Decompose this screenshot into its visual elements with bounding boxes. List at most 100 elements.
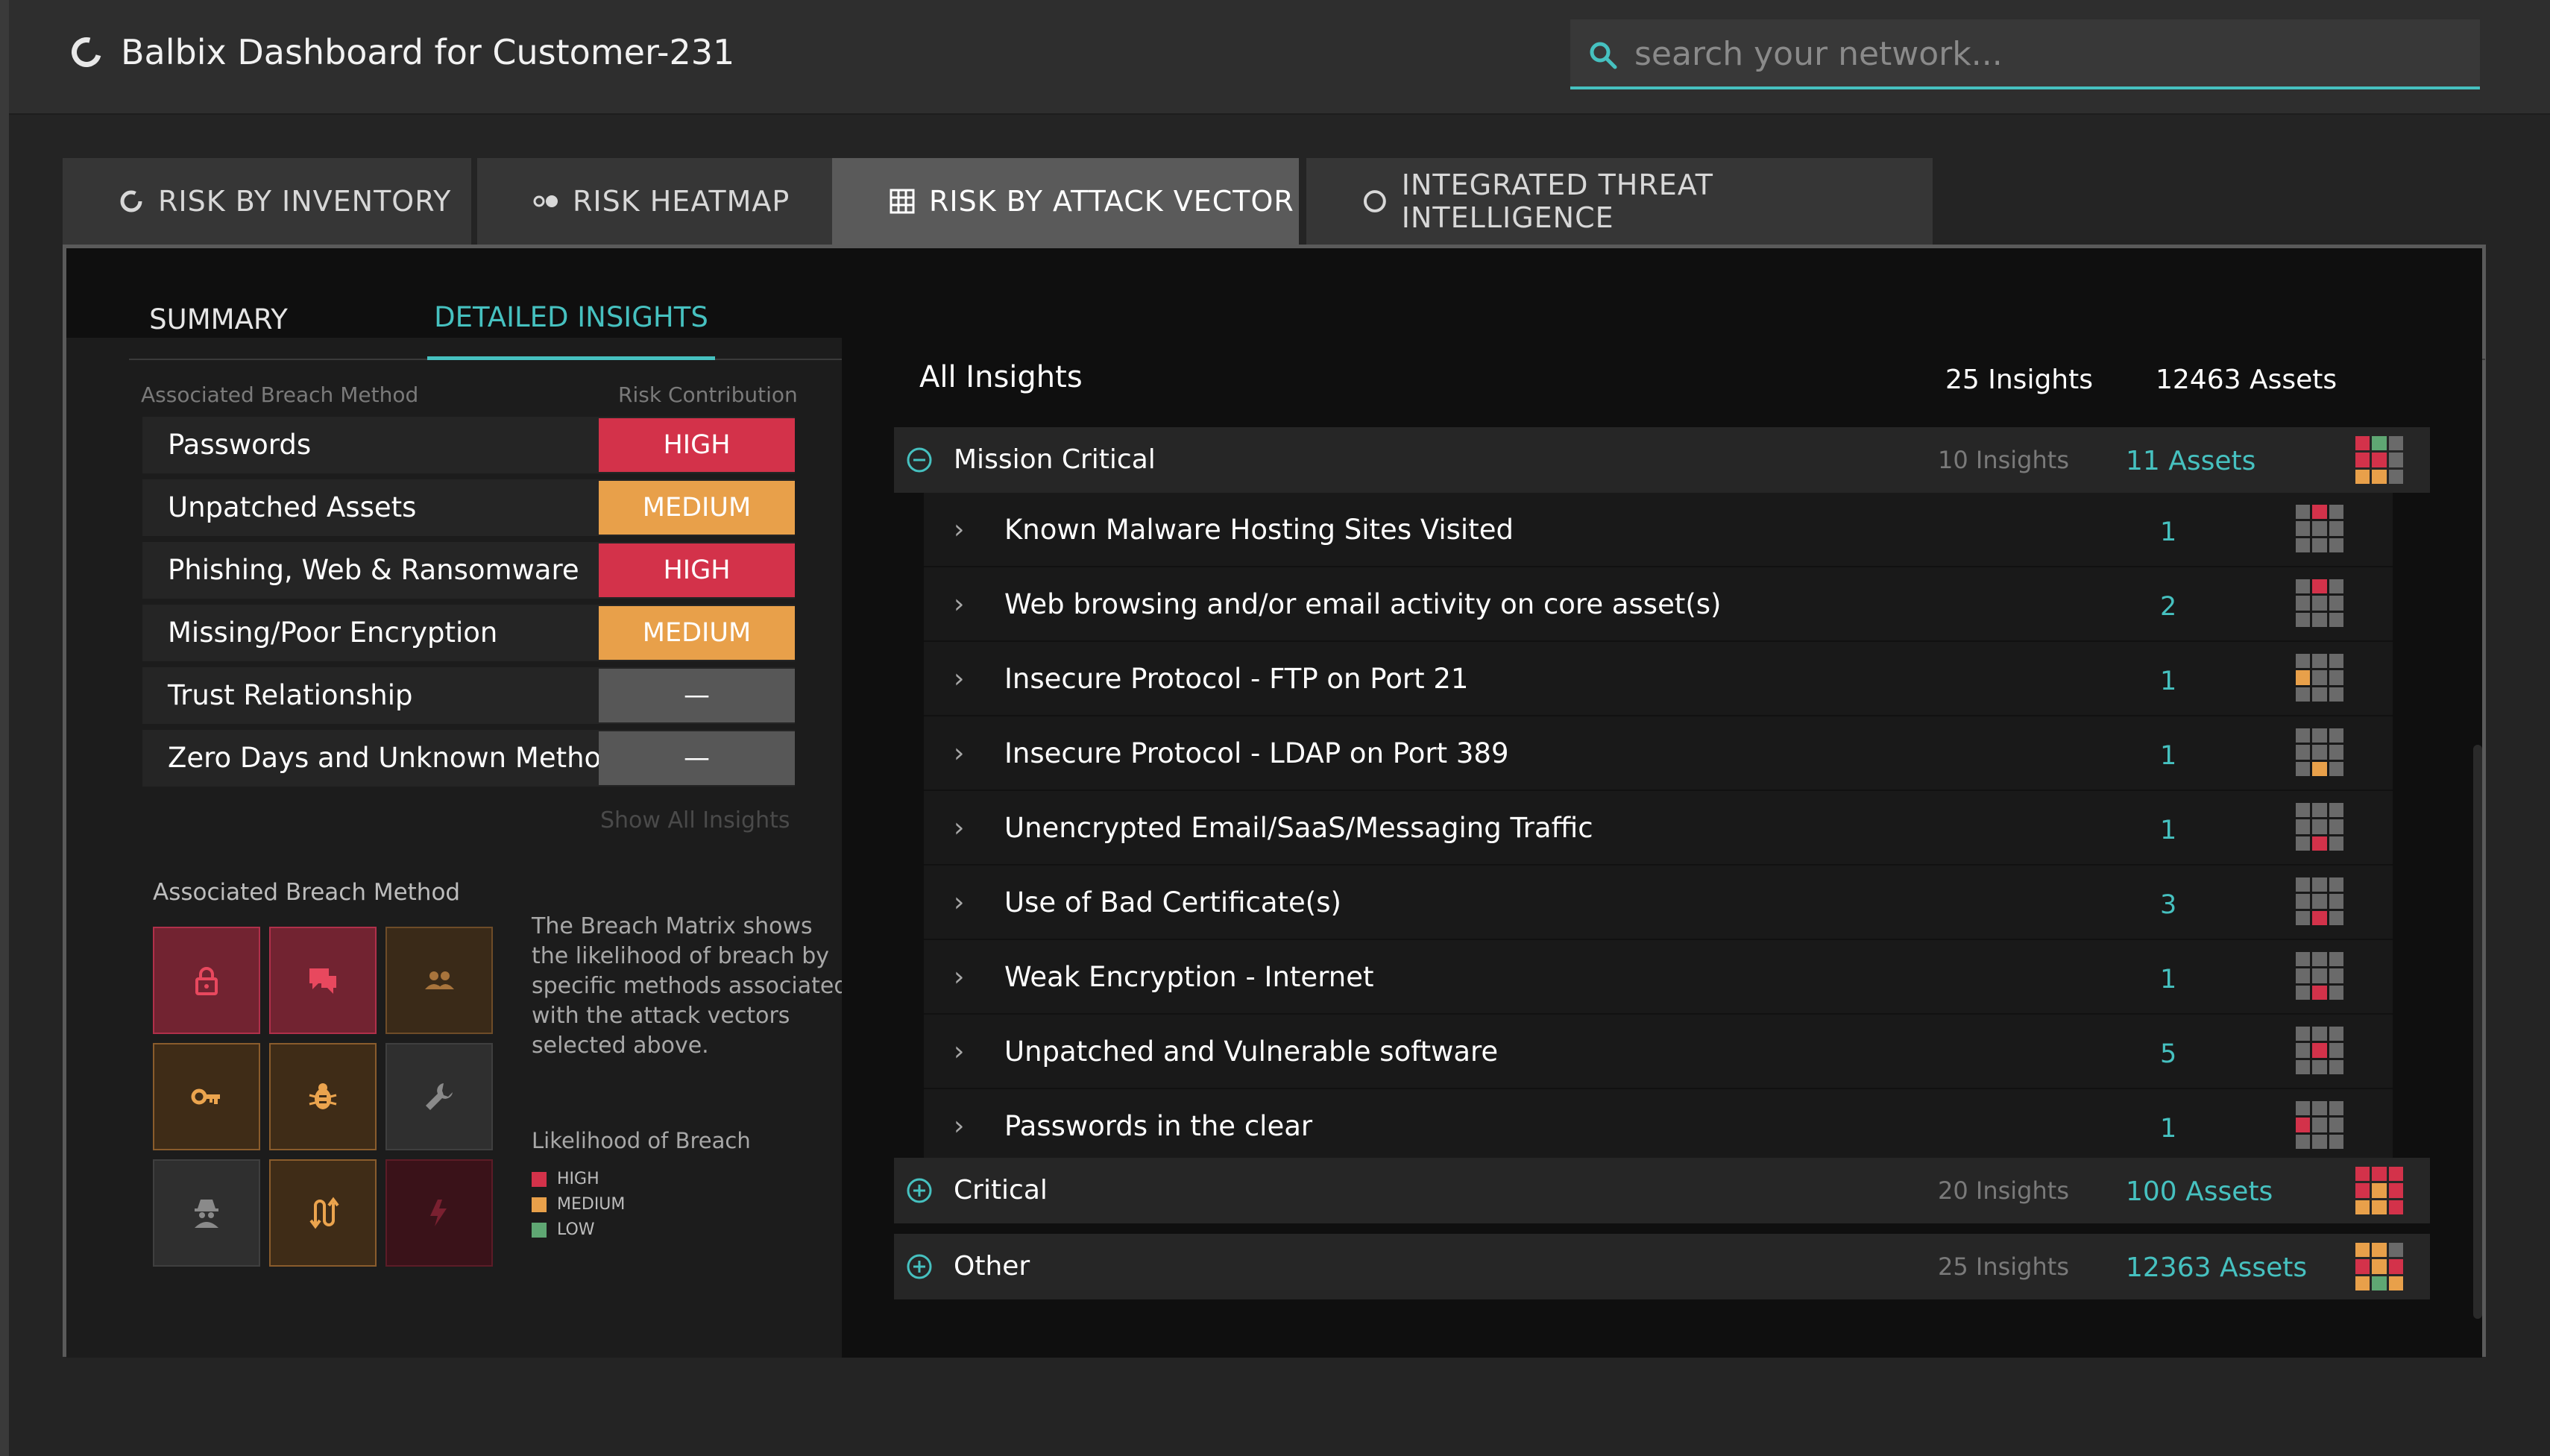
spy-icon (195, 1200, 218, 1228)
tab-integrated-threat-intelligence[interactable]: INTEGRATED THREAT INTELLIGENCE (1306, 158, 1933, 245)
insight-row[interactable]: › Known Malware Hosting Sites Visited 1 (924, 493, 2393, 567)
insight-heat-grid (2296, 1101, 2343, 1149)
insight-row[interactable]: › Web browsing and/or email activity on … (924, 567, 2393, 642)
search-icon (1590, 42, 1617, 69)
matrix-cell-lock[interactable] (153, 927, 260, 1034)
group-critical[interactable]: Critical 20 Insights 100 Assets (894, 1158, 2430, 1223)
tab-risk-by-attack-vector[interactable]: RISK BY ATTACK VECTOR (832, 158, 1299, 245)
group-other[interactable]: Other 25 Insights 12363 Assets (894, 1234, 2430, 1299)
insight-row[interactable]: › Use of Bad Certificate(s) 3 (924, 866, 2393, 940)
chevron-right-icon[interactable]: › (954, 791, 964, 866)
matrix-cell-chat[interactable] (269, 927, 377, 1034)
insights-title: All Insights (919, 360, 1083, 394)
arrows-icon (309, 1197, 339, 1229)
chevron-right-icon[interactable]: › (954, 716, 964, 791)
bolt-icon (430, 1200, 447, 1226)
insights-scrollbar[interactable] (2473, 745, 2482, 1319)
chevron-right-icon[interactable]: › (954, 866, 964, 940)
insight-name: Web browsing and/or email activity on co… (1004, 588, 1722, 620)
breach-row-unpatched-assets[interactable]: Unpatched Assets MEDIUM (142, 479, 795, 536)
tab-risk-heatmap[interactable]: RISK HEATMAP (477, 158, 886, 245)
chevron-right-icon[interactable]: › (954, 1089, 964, 1164)
insight-asset-count[interactable]: 2 (2160, 567, 2176, 642)
insight-row[interactable]: › Unencrypted Email/SaaS/Messaging Traff… (924, 791, 2393, 866)
subtab-detailed-insights[interactable]: DETAILED INSIGHTS (427, 278, 715, 360)
breach-row-trust-relationship[interactable]: Trust Relationship — (142, 667, 795, 724)
total-insights: 25 Insights (1945, 365, 2093, 395)
insight-name: Unencrypted Email/SaaS/Messaging Traffic (1004, 812, 1593, 844)
matrix-title: Associated Breach Method (153, 879, 461, 906)
group-name: Mission Critical (954, 444, 1156, 475)
dots-icon (533, 195, 558, 207)
expand-icon[interactable] (906, 1253, 933, 1280)
breach-row-label: Trust Relationship (168, 679, 413, 711)
balbix-logo-icon (66, 31, 107, 73)
matrix-cell-people[interactable] (385, 927, 493, 1034)
insight-asset-count[interactable]: 1 (2160, 791, 2176, 866)
group-heat-grid (2355, 1167, 2403, 1214)
circle-icon (1363, 190, 1386, 212)
risk-badge: HIGH (599, 418, 795, 472)
legend-swatch (532, 1222, 547, 1238)
insight-asset-count[interactable]: 1 (2160, 940, 2176, 1015)
matrix-cell-key[interactable] (153, 1043, 260, 1150)
expand-icon[interactable] (906, 1177, 933, 1204)
legend-label: MEDIUM (557, 1195, 626, 1214)
breach-row-passwords[interactable]: Passwords HIGH (142, 417, 795, 473)
insight-heat-grid (2296, 654, 2343, 702)
matrix-cell-spy[interactable] (153, 1159, 260, 1267)
breach-row-label: Passwords (168, 429, 312, 461)
risk-badge: MEDIUM (599, 481, 795, 535)
chevron-right-icon[interactable]: › (954, 1015, 964, 1089)
search-box[interactable] (1570, 19, 2480, 89)
subtab-summary[interactable]: SUMMARY (129, 278, 308, 360)
insight-row[interactable]: › Insecure Protocol - LDAP on Port 389 1 (924, 716, 2393, 791)
tab-label: INTEGRATED THREAT INTELLIGENCE (1401, 168, 1714, 234)
breach-row-encryption[interactable]: Missing/Poor Encryption MEDIUM (142, 605, 795, 661)
breach-method-column: Associated Breach Method Risk Contributi… (66, 338, 848, 1358)
insight-asset-count[interactable]: 1 (2160, 642, 2176, 716)
group-assets-link[interactable]: 12363 Assets (2126, 1234, 2307, 1299)
group-assets-link[interactable]: 11 Assets (2126, 427, 2255, 493)
legend-label: LOW (557, 1220, 595, 1239)
key-icon (191, 1088, 220, 1105)
insight-asset-count[interactable]: 1 (2160, 716, 2176, 791)
insight-row[interactable]: › Weak Encryption - Internet 1 (924, 940, 2393, 1015)
insight-heat-grid (2296, 803, 2343, 851)
group-insights-count: 25 Insights (1938, 1252, 2069, 1281)
chevron-right-icon[interactable]: › (954, 642, 964, 716)
collapse-icon[interactable] (906, 447, 933, 473)
risk-badge: — (599, 669, 795, 722)
insight-asset-count[interactable]: 1 (2160, 1089, 2176, 1164)
insight-row[interactable]: › Unpatched and Vulnerable software 5 (924, 1015, 2393, 1089)
matrix-cell-bug[interactable] (269, 1043, 377, 1150)
breach-row-zero-days[interactable]: Zero Days and Unknown Methods — (142, 730, 795, 787)
app-header: Balbix Dashboard for Customer-231 (9, 0, 2550, 115)
grid-icon (890, 189, 915, 214)
chevron-right-icon[interactable]: › (954, 567, 964, 642)
attack-vector-panel: Associated Breach Method Risk Contributi… (63, 245, 2486, 1358)
chevron-right-icon[interactable]: › (954, 493, 964, 567)
group-mission-critical[interactable]: Mission Critical 10 Insights 11 Assets (894, 427, 2430, 493)
breach-row-phishing[interactable]: Phishing, Web & Ransomware HIGH (142, 542, 795, 599)
insight-row[interactable]: › Passwords in the clear 1 (924, 1089, 2393, 1164)
insight-row[interactable]: › Insecure Protocol - FTP on Port 21 1 (924, 642, 2393, 716)
insight-asset-count[interactable]: 3 (2160, 866, 2176, 940)
wrench-icon (426, 1083, 453, 1110)
matrix-cell-arrows[interactable] (269, 1159, 377, 1267)
group-heat-grid (2355, 436, 2403, 484)
tab-risk-by-inventory[interactable]: RISK BY INVENTORY (63, 158, 471, 245)
legend-high: HIGH (532, 1170, 599, 1188)
insight-asset-count[interactable]: 5 (2160, 1015, 2176, 1089)
app-title: Balbix Dashboard for Customer-231 (66, 25, 734, 79)
show-all-insights-link[interactable]: Show All Insights (600, 807, 790, 833)
chevron-right-icon[interactable]: › (954, 940, 964, 1015)
group-assets-link[interactable]: 100 Assets (2126, 1158, 2273, 1223)
matrix-cell-bolt[interactable] (385, 1159, 493, 1267)
search-input[interactable] (1634, 30, 2455, 78)
insight-name: Passwords in the clear (1004, 1110, 1313, 1142)
insight-asset-count[interactable]: 1 (2160, 493, 2176, 567)
insights-list: › Known Malware Hosting Sites Visited 1 … (894, 493, 2430, 1167)
matrix-cell-wrench[interactable] (385, 1043, 493, 1150)
group-insights-count: 10 Insights (1938, 446, 2069, 474)
